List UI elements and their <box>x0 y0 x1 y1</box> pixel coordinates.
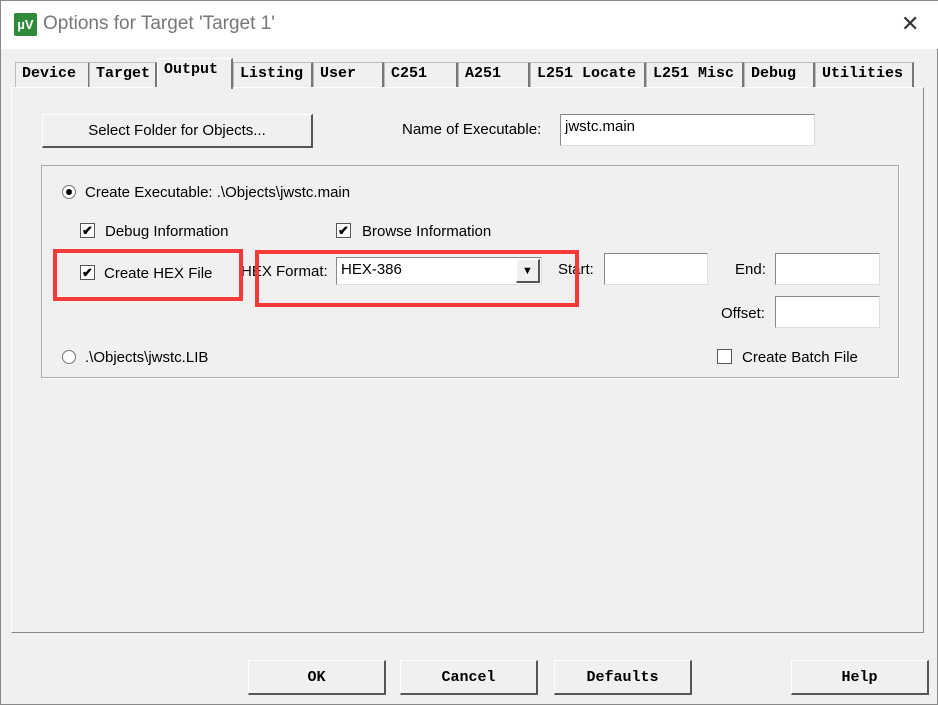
tab-target[interactable]: Target <box>89 62 157 88</box>
window-title: Options for Target 'Target 1' <box>43 13 275 34</box>
tab-user[interactable]: User <box>313 62 384 88</box>
tab-output[interactable]: Output <box>157 58 233 89</box>
cancel-button[interactable]: Cancel <box>400 660 538 695</box>
library-label: .\Objects\jwstc.LIB <box>85 349 209 366</box>
create-executable-radio[interactable] <box>62 185 76 199</box>
select-folder-button[interactable]: Select Folder for Objects... <box>42 114 313 148</box>
highlight-box-hex-file <box>53 249 243 301</box>
end-label: End: <box>735 261 766 278</box>
browse-info-checkbox[interactable]: ✔ <box>336 223 351 238</box>
debug-info-checkbox[interactable]: ✔ <box>80 223 95 238</box>
start-input[interactable] <box>604 253 708 285</box>
app-icon: µV <box>14 13 37 36</box>
tab-utilities[interactable]: Utilities <box>815 62 914 88</box>
tab-device[interactable]: Device <box>15 62 90 88</box>
tab-l251-misc[interactable]: L251 Misc <box>646 62 744 88</box>
tab-l251-locate[interactable]: L251 Locate <box>530 62 646 88</box>
tab-c251[interactable]: C251 <box>384 62 458 88</box>
offset-input[interactable] <box>775 296 880 328</box>
highlight-box-hex-format <box>255 250 579 307</box>
name-executable-label: Name of Executable: <box>402 121 542 138</box>
tab-debug[interactable]: Debug <box>744 62 815 88</box>
name-executable-input[interactable]: jwstc.main <box>560 114 815 146</box>
create-batch-checkbox[interactable] <box>717 349 732 364</box>
library-radio[interactable] <box>62 350 76 364</box>
ok-button[interactable]: OK <box>248 660 386 695</box>
help-button[interactable]: Help <box>791 660 929 695</box>
offset-label: Offset: <box>721 305 765 322</box>
end-input[interactable] <box>775 253 880 285</box>
tab-a251[interactable]: A251 <box>458 62 530 88</box>
defaults-button[interactable]: Defaults <box>554 660 692 695</box>
browse-info-label: Browse Information <box>362 223 492 240</box>
debug-info-label: Debug Information <box>105 223 229 240</box>
create-executable-label: Create Executable: .\Objects\jwstc.main <box>85 184 351 201</box>
close-icon[interactable]: ✕ <box>901 11 919 37</box>
create-batch-label: Create Batch File <box>742 349 858 366</box>
tab-listing[interactable]: Listing <box>233 62 313 88</box>
